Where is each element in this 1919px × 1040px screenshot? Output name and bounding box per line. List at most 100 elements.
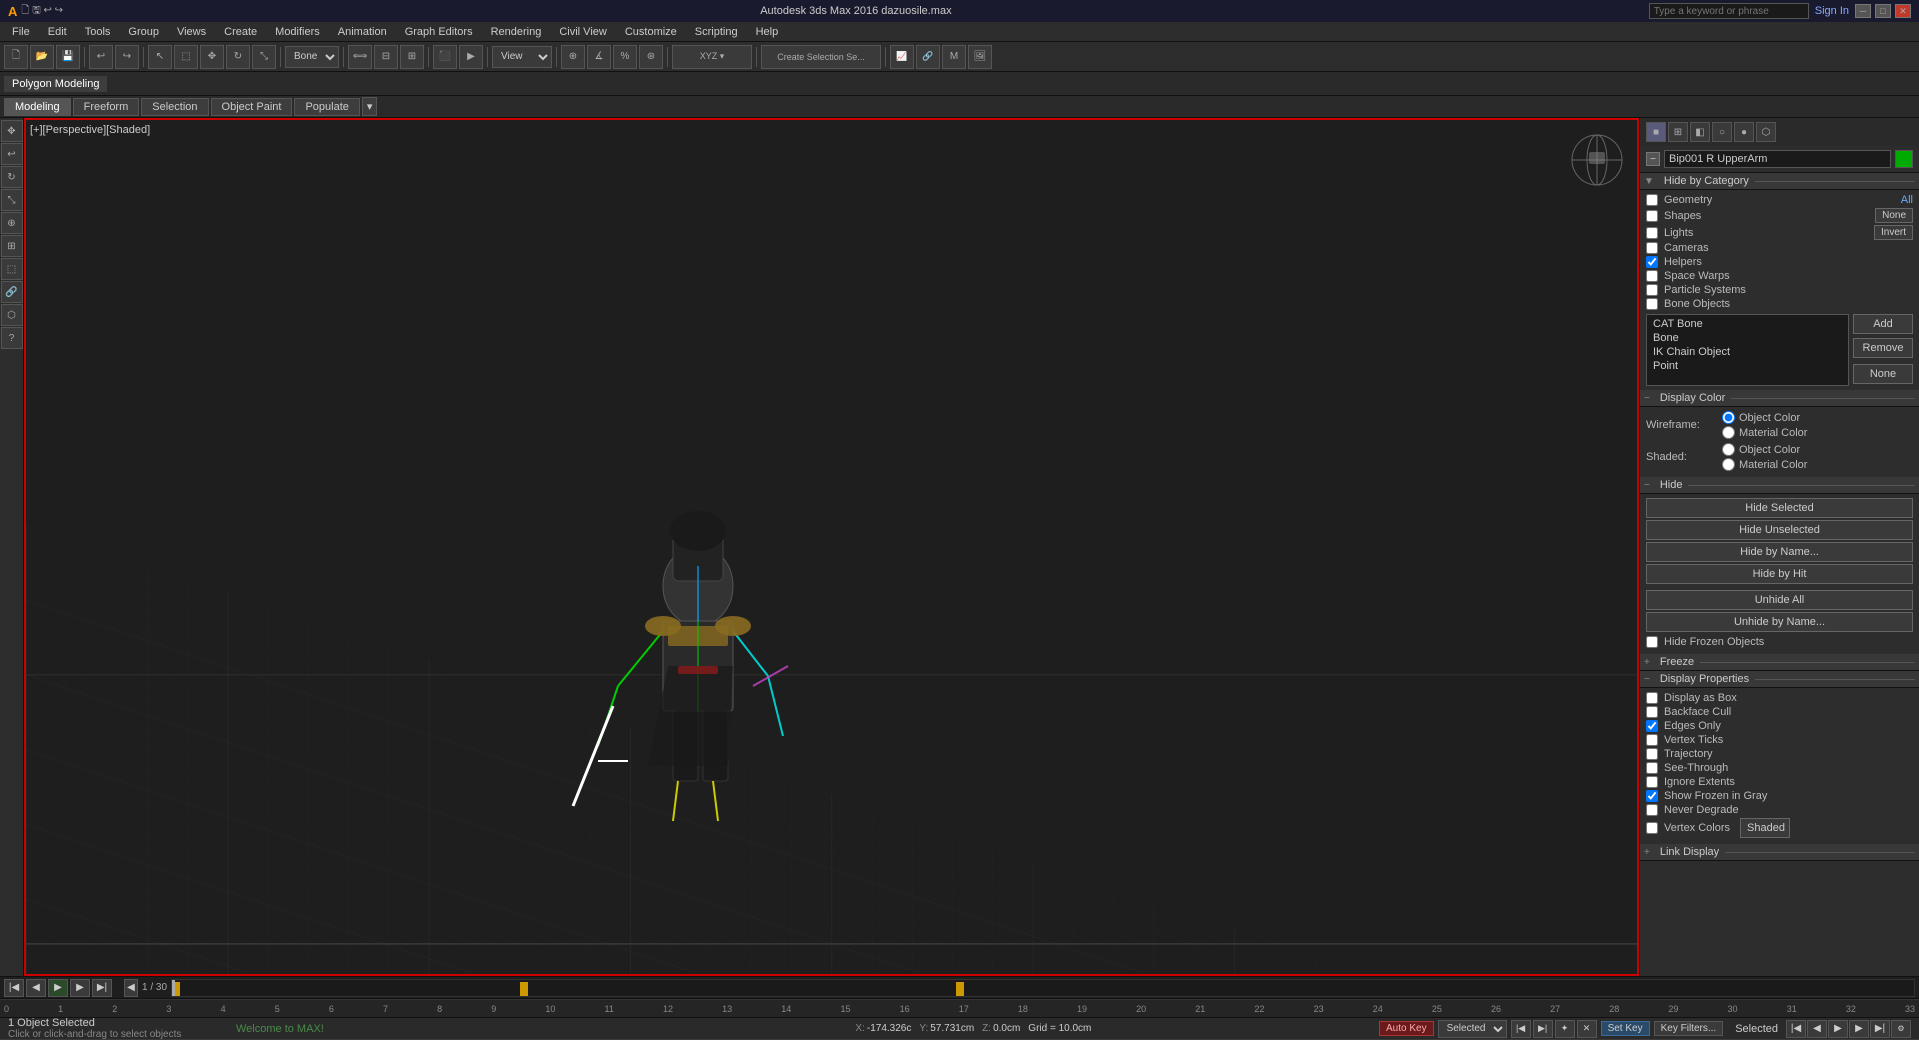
key-next-btn[interactable]: ▶| (1533, 1020, 1553, 1038)
move-tool[interactable]: ✥ (200, 45, 224, 69)
panel-icon-display[interactable]: ■ (1646, 122, 1666, 142)
render-tool[interactable]: ▶ (459, 45, 483, 69)
unhide-by-name-btn[interactable]: Unhide by Name... (1646, 612, 1913, 632)
check-particle-systems[interactable] (1646, 284, 1658, 296)
list-item-ik-chain[interactable]: IK Chain Object (1649, 345, 1846, 359)
menu-modifiers[interactable]: Modifiers (267, 24, 328, 40)
left-tool-4[interactable]: ⤡ (1, 189, 23, 211)
radio-wf-mat[interactable] (1722, 426, 1735, 439)
next-frame-btn[interactable]: ▶ (70, 979, 90, 997)
key-prev-btn[interactable]: |◀ (1511, 1020, 1531, 1038)
render-frame-tool[interactable]: 🖼 (968, 45, 992, 69)
radio-sh-obj[interactable] (1722, 443, 1735, 456)
mirror-tool[interactable]: ⟺ (348, 45, 372, 69)
viewport[interactable]: [+][Perspective][Shaded] (24, 118, 1639, 976)
check-shapes[interactable] (1646, 210, 1658, 222)
display-properties-header[interactable]: − Display Properties (1640, 671, 1919, 688)
menu-civil-view[interactable]: Civil View (551, 24, 614, 40)
auto-key-btn[interactable]: Auto Key (1379, 1021, 1434, 1036)
list-item-bone[interactable]: Bone (1649, 331, 1846, 345)
unhide-all-btn[interactable]: Unhide All (1646, 590, 1913, 610)
selected-dropdown[interactable]: Selected (1438, 1020, 1507, 1038)
object-color-swatch[interactable] (1895, 150, 1913, 168)
left-tool-7[interactable]: ⬚ (1, 258, 23, 280)
percent-snap-tool[interactable]: % (613, 45, 637, 69)
check-lights[interactable] (1646, 227, 1658, 239)
check-display-as-box[interactable] (1646, 692, 1658, 704)
left-tool-2[interactable]: ↩ (1, 143, 23, 165)
spinner-snap-tool[interactable]: ⊛ (639, 45, 663, 69)
align-tool[interactable]: ⊟ (374, 45, 398, 69)
object-list-box[interactable]: CAT Bone Bone IK Chain Object Point (1646, 314, 1849, 386)
check-bone-objects[interactable] (1646, 298, 1658, 310)
timeline-ruler[interactable]: 0 1 2 3 4 5 6 7 8 9 10 11 12 13 14 15 16… (0, 999, 1919, 1017)
timeline-track[interactable] (171, 979, 1915, 997)
maximize-button[interactable]: □ (1875, 4, 1891, 18)
check-helpers[interactable] (1646, 256, 1658, 268)
menu-group[interactable]: Group (120, 24, 167, 40)
btn-invert[interactable]: Invert (1874, 225, 1913, 240)
shaded-btn[interactable]: Shaded (1740, 818, 1790, 838)
radio-sh-mat[interactable] (1722, 458, 1735, 471)
menu-rendering[interactable]: Rendering (483, 24, 550, 40)
close-button[interactable]: ✕ (1895, 4, 1911, 18)
freeze-section-header[interactable]: + Freeze (1640, 654, 1919, 671)
panel-icon-2[interactable]: ⊞ (1668, 122, 1688, 142)
prev-frame-btn[interactable]: ◀ (26, 979, 46, 997)
pb-options[interactable]: ⚙ (1891, 1020, 1911, 1038)
material-editor-tool[interactable]: M (942, 45, 966, 69)
none-btn[interactable]: None (1853, 364, 1913, 384)
go-start-btn[interactable]: |◀ (4, 979, 24, 997)
select-tool[interactable]: ↖ (148, 45, 172, 69)
play-btn[interactable]: ▶ (48, 979, 68, 997)
check-edges-only[interactable] (1646, 720, 1658, 732)
panel-icon-4[interactable]: ○ (1712, 122, 1732, 142)
sign-in-btn[interactable]: Sign In (1815, 5, 1849, 17)
object-collapse-btn[interactable]: − (1646, 152, 1660, 166)
radio-wf-obj[interactable] (1722, 411, 1735, 424)
menu-edit[interactable]: Edit (40, 24, 75, 40)
curve-editor-tool[interactable]: 📈 (890, 45, 914, 69)
left-tool-3[interactable]: ↻ (1, 166, 23, 188)
tab-freeform[interactable]: Freeform (73, 98, 140, 116)
btn-all[interactable]: All (1901, 194, 1913, 206)
minimize-button[interactable]: ─ (1855, 4, 1871, 18)
render-setup-tool[interactable]: ⬛ (433, 45, 457, 69)
tab-object-paint[interactable]: Object Paint (211, 98, 293, 116)
menu-scripting[interactable]: Scripting (687, 24, 746, 40)
hide-by-name-btn[interactable]: Hide by Name... (1646, 542, 1913, 562)
coord-dropdown[interactable]: XYZ ▾ (672, 45, 752, 69)
add-btn[interactable]: Add (1853, 314, 1913, 334)
left-tool-8[interactable]: 🔗 (1, 281, 23, 303)
hide-unselected-btn[interactable]: Hide Unselected (1646, 520, 1913, 540)
tab-modeling[interactable]: Modeling (4, 98, 71, 116)
check-vertex-colors[interactable] (1646, 822, 1658, 834)
undo-tool[interactable]: ↩ (89, 45, 113, 69)
open-tool[interactable]: 📂 (30, 45, 54, 69)
tab-more-arrow[interactable]: ▾ (362, 97, 378, 116)
manage-layers-tool[interactable]: ⊞ (400, 45, 424, 69)
schematic-view-tool[interactable]: 🔗 (916, 45, 940, 69)
menu-file[interactable]: File (4, 24, 38, 40)
create-selection-set-btn[interactable]: Create Selection Se... (761, 45, 881, 69)
delete-key-btn[interactable]: ✕ (1577, 1020, 1597, 1038)
tab-selection[interactable]: Selection (141, 98, 208, 116)
left-tool-10[interactable]: ? (1, 327, 23, 349)
menu-tools[interactable]: Tools (77, 24, 119, 40)
check-geometry[interactable] (1646, 194, 1658, 206)
bone-dropdown[interactable]: Bone (285, 46, 339, 68)
check-ignore-extents[interactable] (1646, 776, 1658, 788)
list-item-point[interactable]: Point (1649, 359, 1846, 373)
tab-populate[interactable]: Populate (294, 98, 359, 116)
check-space-warps[interactable] (1646, 270, 1658, 282)
object-name-input[interactable] (1664, 150, 1891, 168)
check-backface-cull[interactable] (1646, 706, 1658, 718)
go-end-btn[interactable]: ▶| (92, 979, 112, 997)
check-trajectory[interactable] (1646, 748, 1658, 760)
modeling-tab[interactable]: Polygon Modeling (4, 76, 107, 92)
hide-by-category-header[interactable]: ▼ Hide by Category (1640, 173, 1919, 190)
pb-next[interactable]: ▶ (1849, 1020, 1869, 1038)
menu-animation[interactable]: Animation (330, 24, 395, 40)
key-filters-btn[interactable]: Key Filters... (1654, 1021, 1724, 1036)
create-key-btn[interactable]: ✦ (1555, 1020, 1575, 1038)
